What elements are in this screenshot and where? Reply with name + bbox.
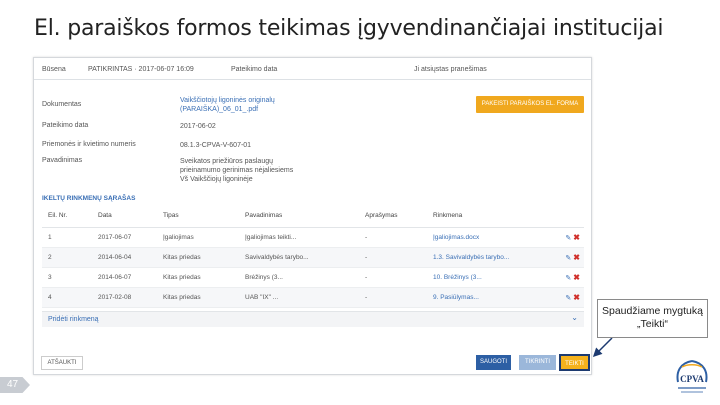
cell-nr: 3 (42, 267, 92, 288)
delete-icon[interactable]: ✖ (573, 253, 580, 262)
slide-title: El. paraiškos formos teikimas įgyvendina… (34, 16, 664, 41)
cancel-button[interactable]: ATŠAUKTI (41, 356, 83, 370)
field-value-name: Sveikatos priežiūros paslaugų prieinamum… (180, 157, 293, 184)
cell-nr: 4 (42, 287, 92, 308)
edit-icon[interactable]: ✎ (565, 295, 571, 302)
field-label-submission-date: Pateikimo data (42, 122, 89, 129)
cell-type: Kitas priedas (157, 287, 239, 308)
status-value: PATIKRINTAS · 2017-06-07 16:09 (88, 66, 194, 73)
cell-name: UAB "IX" ... (239, 287, 359, 308)
cell-name: Įgaliojimas teikti... (239, 227, 359, 248)
delete-icon[interactable]: ✖ (573, 273, 580, 282)
cell-file-link[interactable]: 1.3. Savivaldybės tarybo... (427, 247, 539, 268)
field-value-submission-date: 2017-06-02 (180, 123, 216, 130)
column-header: Eil. Nr. (42, 205, 92, 228)
table-row: 3 2014-06-07 Kitas priedas Brėžinys (3..… (42, 267, 584, 288)
row-actions: ✎ ✖ (539, 247, 584, 268)
field-value-measure-number: 08.1.3-CPVA-V-607-01 (180, 142, 252, 149)
edit-icon[interactable]: ✎ (565, 235, 571, 242)
add-attachment-row[interactable]: Pridėti rinkmeną ⌄ (42, 311, 584, 327)
field-label-document: Dokumentas (42, 101, 82, 108)
column-header-actions (539, 205, 584, 228)
cell-description: - (359, 227, 427, 248)
cell-date: 2017-06-07 (92, 227, 157, 248)
column-header: Rinkmena (427, 205, 539, 228)
table-row: 4 2017-02-08 Kitas priedas UAB "IX" ... … (42, 287, 584, 308)
add-attachment-label: Pridėti rinkmeną (48, 316, 99, 323)
cell-file-link[interactable]: 9. Pasiūlymas... (427, 287, 539, 308)
cell-name: Brėžinys (3... (239, 267, 359, 288)
submit-button[interactable]: TEIKTI (559, 354, 590, 371)
cell-type: Įgaliojimas (157, 227, 239, 248)
chevron-down-icon[interactable]: ⌄ (571, 313, 578, 322)
status-bar: Būsena PATIKRINTAS · 2017-06-07 16:09 Pa… (34, 58, 591, 80)
field-label-measure-number: Priemonės ir kvietimo numeris (42, 141, 136, 148)
field-value-name-line-1: Sveikatos priežiūros paslaugų (180, 158, 273, 165)
field-value-name-line-2: prieinamumo gerinimas nėjaliesiems (180, 167, 294, 174)
column-header: Aprašymas (359, 205, 427, 228)
column-header: Tipas (157, 205, 239, 228)
attachments-section-title: IKELTŲ RINKMENŲ SĄRAŠAS (42, 195, 136, 202)
document-link-line-1: Vaikščiotojų ligoninės originalų (180, 97, 275, 104)
cell-type: Kitas priedas (157, 267, 239, 288)
cell-name: Savivaldybės tarybo... (239, 247, 359, 268)
change-form-button[interactable]: PAKEISTI PARAIŠKOS EL. FORMA (476, 96, 584, 113)
status-label: Būsena (42, 66, 66, 73)
cell-description: - (359, 287, 427, 308)
cell-date: 2014-06-04 (92, 247, 157, 268)
cell-file-link[interactable]: Įgaliojimas.docx (427, 227, 539, 248)
table-row: 1 2017-06-07 Įgaliojimas Įgaliojimas tei… (42, 227, 584, 248)
row-actions: ✎ ✖ (539, 267, 584, 288)
callout-box: Spaudžiame mygtuką „Teikti“ (597, 299, 708, 338)
document-link[interactable]: Vaikščiotojų ligoninės originalų (PARAIŠ… (180, 96, 275, 114)
cell-description: - (359, 267, 427, 288)
cell-description: - (359, 247, 427, 268)
cell-file-link[interactable]: 10. Brėžinys (3... (427, 267, 539, 288)
edit-icon[interactable]: ✎ (565, 255, 571, 262)
cell-type: Kitas priedas (157, 247, 239, 268)
table-header-row: Eil. Nr. Data Tipas Pavadinimas Aprašyma… (42, 205, 584, 228)
submission-date-label: Pateikimo data (231, 66, 278, 73)
attachments-table: Eil. Nr. Data Tipas Pavadinimas Aprašyma… (42, 205, 584, 308)
page-number: 47 (0, 377, 30, 393)
cell-date: 2017-02-08 (92, 287, 157, 308)
cell-date: 2014-06-07 (92, 267, 157, 288)
column-header: Pavadinimas (239, 205, 359, 228)
delete-icon[interactable]: ✖ (573, 233, 580, 242)
notification-text: Ji atsiųstas pranešimas (414, 66, 487, 73)
delete-icon[interactable]: ✖ (573, 293, 580, 302)
save-button[interactable]: SAUGOTI (476, 355, 511, 370)
check-button[interactable]: TIKRINTI (519, 355, 556, 370)
cpva-logo-icon: CPVA (676, 360, 708, 393)
field-label-name: Pavadinimas (42, 157, 83, 164)
application-form-screenshot: Būsena PATIKRINTAS · 2017-06-07 16:09 Pa… (33, 57, 592, 375)
table-row: 2 2014-06-04 Kitas priedas Savivaldybės … (42, 247, 584, 268)
field-value-name-line-3: Vš Vaikščiojų ligoninėje (180, 176, 253, 183)
logo-text: CPVA (680, 374, 704, 384)
cell-nr: 1 (42, 227, 92, 248)
cell-nr: 2 (42, 247, 92, 268)
edit-icon[interactable]: ✎ (565, 275, 571, 282)
row-actions: ✎ ✖ (539, 287, 584, 308)
document-link-line-2: (PARAIŠKA)_06_01_.pdf (180, 106, 259, 113)
row-actions: ✎ ✖ (539, 227, 584, 248)
column-header: Data (92, 205, 157, 228)
